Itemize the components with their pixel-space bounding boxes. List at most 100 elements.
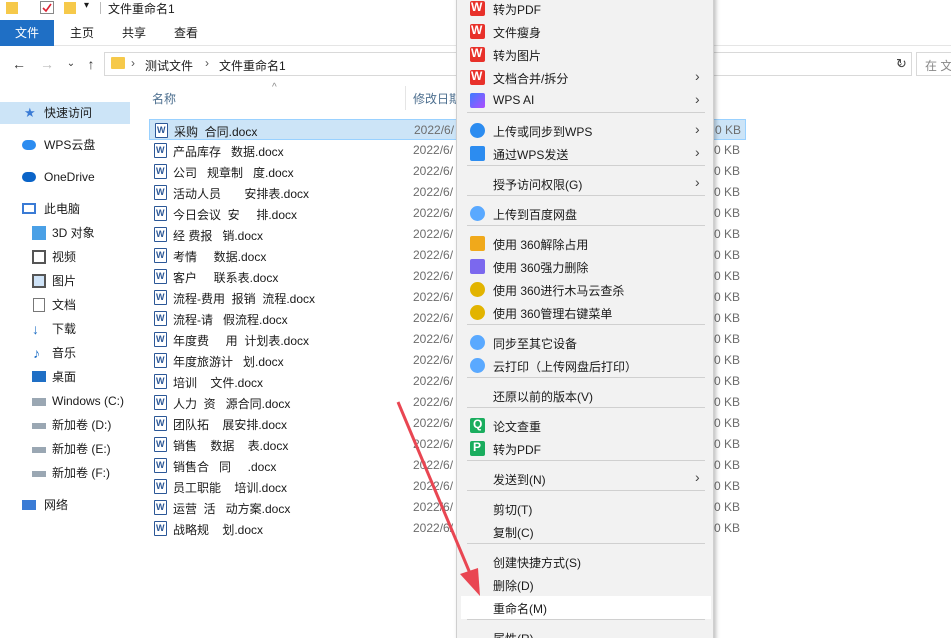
column-header-name[interactable]: 名称 [152, 90, 176, 107]
menu-item-label: 发送到(N) [493, 473, 546, 487]
menu-item-8[interactable]: 上传到百度网盘 [461, 202, 711, 225]
recent-locations-button[interactable]: ⌄ [62, 54, 80, 74]
menu-item-1[interactable]: 文件瘦身 [461, 20, 711, 43]
breadcrumb-item[interactable]: 文件重命名1 [219, 57, 286, 74]
menu-item-label: 通过WPS发送 [493, 148, 569, 162]
sidebar-item-pictures[interactable]: 图片 [0, 270, 130, 292]
menu-item-rename[interactable]: 重命名(M) [461, 596, 711, 619]
word-document-icon [154, 269, 167, 284]
file-date: 2022/6/ [413, 458, 454, 472]
menu-separator [467, 543, 705, 544]
sidebar-item-label: Windows (C:) [52, 394, 125, 408]
column-header-date[interactable]: 修改日期 [413, 90, 461, 107]
file-name: 流程-请 假流程.docx [173, 313, 288, 327]
sidebar-item-wps-cloud[interactable]: WPS云盘 [0, 134, 130, 156]
file-name: 客户 联系表.docx [173, 271, 279, 285]
sidebar-item-documents[interactable]: 文档 [0, 294, 130, 316]
file-name: 培训 文件.docx [173, 376, 264, 390]
sidebar-item-label: 新加卷 (F:) [52, 466, 110, 480]
context-menu: 转为PDF文件瘦身转为图片文档合并/拆分›WPS AI›上传或同步到WPS›通过… [456, 0, 714, 638]
new-folder-icon[interactable] [64, 2, 76, 14]
file-date: 2022/6/ [413, 248, 454, 262]
drive-icon [32, 398, 46, 406]
menu-item-4[interactable]: WPS AI › [461, 89, 711, 112]
word-document-icon [154, 332, 167, 347]
sidebar-item-3d-objects[interactable]: 3D 对象 [0, 222, 130, 244]
sidebar-item-desktop[interactable]: 桌面 [0, 366, 130, 388]
menu-item-24[interactable]: 属性(R) [461, 626, 711, 638]
file-date: 2022/6/ [413, 395, 454, 409]
up-button[interactable]: ↑ [82, 54, 100, 74]
file-size: 0 KB [715, 123, 742, 137]
menu-item-9[interactable]: 使用 360解除占用 [461, 232, 711, 255]
menu-item-10[interactable]: 使用 360强力删除 [461, 255, 711, 278]
sidebar-item-drive-c[interactable]: Windows (C:) [0, 390, 134, 412]
file-name: 人力 资 源合同.docx [173, 397, 291, 411]
menu-item-14[interactable]: 云打印（上传网盘后打印） [461, 354, 711, 377]
star-icon: ★ [24, 105, 36, 120]
menu-item-3[interactable]: 文档合并/拆分 › [461, 66, 711, 89]
back-button[interactable]: ← [10, 54, 28, 74]
wps-ai-icon [470, 93, 485, 108]
file-size: 0 KB [714, 437, 741, 451]
sidebar-item-drive-e[interactable]: 新加卷 (E:) [0, 438, 130, 460]
tab-share[interactable]: 共享 [112, 20, 156, 46]
file-date: 2022/6/ [413, 353, 454, 367]
customize-toolbar-icon[interactable]: ▾ [84, 0, 94, 14]
refresh-button[interactable]: ↻ [896, 56, 907, 72]
tab-view[interactable]: 查看 [164, 20, 208, 46]
menu-item-18[interactable]: 发送到(N) › [461, 467, 711, 490]
menu-item-21[interactable]: 创建快捷方式(S) [461, 550, 711, 573]
menu-item-0[interactable]: 转为PDF [461, 0, 711, 20]
menu-item-2[interactable]: 转为图片 [461, 43, 711, 66]
file-name: 年度旅游计 划.docx [173, 355, 284, 369]
sidebar-item-label: 图片 [52, 274, 77, 288]
menu-item-label: 转为PDF [493, 443, 542, 457]
menu-item-label: 论文查重 [493, 420, 542, 434]
menu-item-16[interactable]: 论文查重 [461, 414, 711, 437]
menu-item-label: WPS AI [493, 93, 535, 107]
sidebar-item-drive-d[interactable]: 新加卷 (D:) [0, 414, 130, 436]
menu-item-5[interactable]: 上传或同步到WPS › [461, 119, 711, 142]
breadcrumb-item[interactable]: 测试文件 [145, 57, 193, 74]
menu-item-6[interactable]: 通过WPS发送 › [461, 142, 711, 165]
menu-item-11[interactable]: 使用 360进行木马云查杀 [461, 278, 711, 301]
menu-item-17[interactable]: 转为PDF [461, 437, 711, 460]
sidebar-item-this-pc[interactable]: 此电脑 [0, 198, 130, 220]
documents-icon [33, 298, 45, 312]
menu-item-15[interactable]: 还原以前的版本(V) [461, 384, 711, 407]
file-name: 战略规 划.docx [173, 523, 264, 537]
file-name: 销售合 同 .docx [173, 460, 277, 474]
menu-item-13[interactable]: 同步至其它设备 [461, 331, 711, 354]
forward-button[interactable]: → [38, 54, 56, 74]
menu-item-20[interactable]: 复制(C) [461, 520, 711, 543]
word-document-icon [154, 206, 167, 221]
properties-icon[interactable] [40, 1, 54, 14]
breadcrumb-chevron-icon[interactable]: › [131, 56, 135, 70]
sidebar-item-label: 视频 [52, 250, 77, 264]
file-name: 运营 活 动方案.docx [173, 502, 291, 516]
menu-item-7[interactable]: 授予访问权限(G) › [461, 172, 711, 195]
sidebar-item-music[interactable]: ♪ 音乐 [0, 342, 130, 364]
column-divider[interactable] [405, 86, 406, 110]
menu-item-22[interactable]: 删除(D) [461, 573, 711, 596]
drive-icon [32, 423, 46, 429]
file-size: 0 KB [714, 227, 741, 241]
sidebar-item-videos[interactable]: 视频 [0, 246, 130, 268]
sidebar-item-onedrive[interactable]: OneDrive [0, 166, 130, 188]
sidebar-item-label: 此电脑 [44, 202, 81, 216]
sidebar-item-downloads[interactable]: ↓ 下载 [0, 318, 130, 340]
tab-home[interactable]: 主页 [60, 20, 104, 46]
menu-item-12[interactable]: 使用 360管理右键菜单 [461, 301, 711, 324]
file-size: 0 KB [714, 248, 741, 262]
sidebar-item-network[interactable]: 网络 [0, 494, 130, 516]
breadcrumb-chevron-icon[interactable]: › [205, 56, 209, 70]
sidebar-item-quick-access[interactable]: ★ 快速访问 [0, 102, 130, 124]
menu-item-label: 使用 360进行木马云查杀 [493, 284, 625, 298]
search-box[interactable]: 在 文 [916, 52, 951, 76]
sidebar-item-drive-f[interactable]: 新加卷 (F:) [0, 462, 130, 484]
tab-file[interactable]: 文件 [0, 20, 54, 46]
file-date: 2022/6/ [413, 374, 454, 388]
menu-item-19[interactable]: 剪切(T) [461, 497, 711, 520]
menu-item-label: 使用 360强力删除 [493, 261, 589, 275]
